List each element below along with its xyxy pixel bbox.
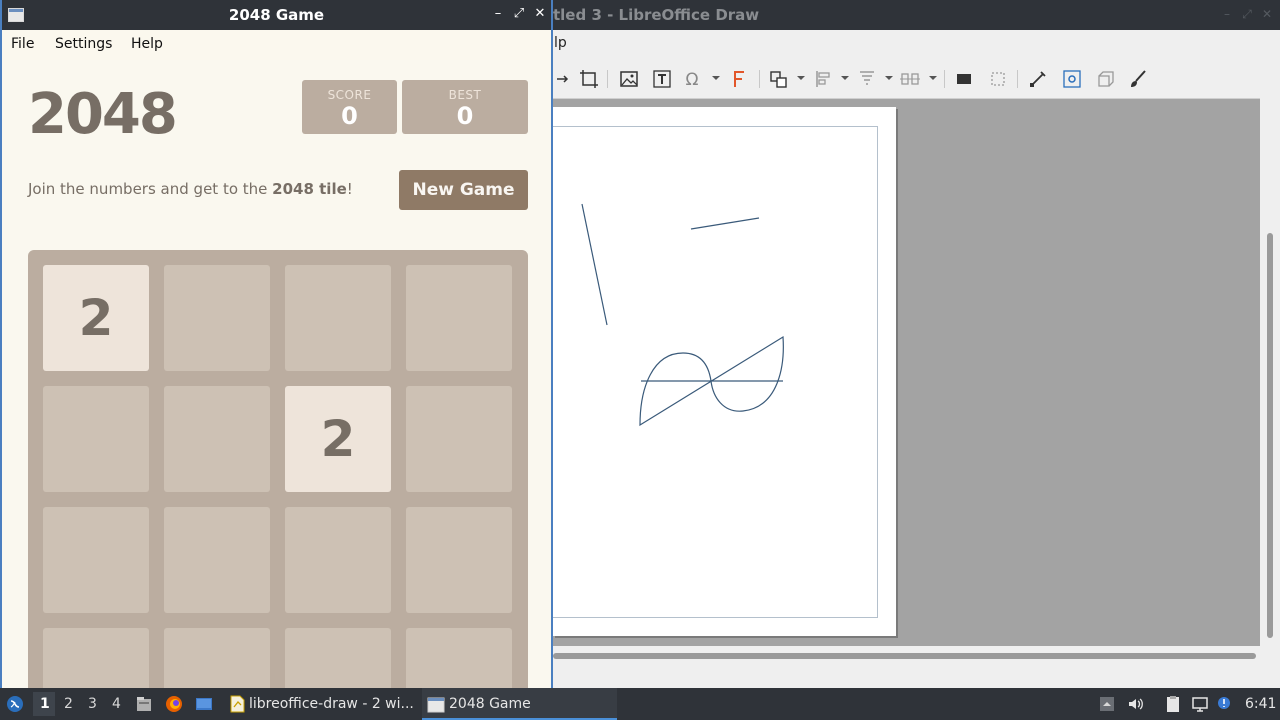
game-menubar: File Settings Help <box>2 30 551 60</box>
lo-menu-help[interactable]: lp <box>554 35 567 51</box>
lo-drawing-canvas[interactable] <box>553 98 1260 646</box>
points-edit-icon[interactable] <box>1027 68 1049 90</box>
score-box: SCORE 0 <box>302 80 397 134</box>
board-cell <box>43 386 149 492</box>
workspace-2[interactable]: 2 <box>64 696 73 712</box>
chevron-down-icon[interactable] <box>797 76 805 80</box>
drawn-line[interactable] <box>581 203 608 326</box>
board-cell <box>164 507 270 613</box>
board-cell <box>285 265 391 371</box>
lo-horizontal-scroll-thumb[interactable] <box>553 653 1256 659</box>
new-game-button[interactable]: New Game <box>399 170 528 210</box>
glue-points-icon[interactable] <box>1061 68 1083 90</box>
lo-vertical-scrollbar[interactable] <box>1260 98 1280 646</box>
brush-icon[interactable] <box>1127 68 1149 90</box>
score-value: 0 <box>341 102 358 130</box>
clock[interactable]: 6:41 <box>1245 696 1276 712</box>
board-cell <box>285 628 391 688</box>
fontwork-icon[interactable] <box>728 68 750 90</box>
intro-suffix: ! <box>346 180 353 198</box>
transformations-icon[interactable] <box>768 68 790 90</box>
toolbar-separator <box>1017 70 1018 88</box>
workspace-1[interactable]: 1 <box>40 696 50 712</box>
window-app-icon <box>427 696 445 714</box>
lo-vertical-scroll-thumb[interactable] <box>1267 233 1273 638</box>
close-icon[interactable]: ✕ <box>532 6 548 22</box>
toggle-extrusion-icon[interactable] <box>1094 68 1116 90</box>
best-score-box: BEST 0 <box>402 80 528 134</box>
game-window: 2048 Game – ⤢ ✕ File Settings Help 2048 … <box>0 0 553 688</box>
notification-icon[interactable] <box>1215 695 1233 713</box>
lo-maximize-icon[interactable]: ⤢ <box>1240 7 1254 21</box>
firefox-icon[interactable] <box>165 695 183 713</box>
tray-up-arrow-icon[interactable] <box>1098 695 1116 713</box>
board-cell <box>164 265 270 371</box>
toolbar-separator <box>944 70 945 88</box>
workspace-4[interactable]: 4 <box>112 696 121 712</box>
toolbar-separator <box>607 70 608 88</box>
menu-settings[interactable]: Settings <box>55 36 112 52</box>
task-libreoffice-draw[interactable]: libreoffice-draw - 2 wi... <box>224 688 414 720</box>
board-cell <box>43 507 149 613</box>
lo-page[interactable] <box>553 107 896 636</box>
board-cell <box>43 628 149 688</box>
board-cell <box>164 628 270 688</box>
arrange-icon[interactable] <box>856 68 878 90</box>
menu-file[interactable]: File <box>11 36 34 52</box>
best-label: BEST <box>448 88 482 102</box>
board-cell <box>406 628 512 688</box>
svg-text:Ω: Ω <box>686 70 699 90</box>
game-board[interactable]: 2 2 <box>28 250 528 688</box>
board-cell <box>406 265 512 371</box>
chevron-down-icon[interactable] <box>885 76 893 80</box>
lo-close-icon[interactable]: ✕ <box>1260 7 1274 21</box>
lo-window-title: tled 3 - LibreOffice Draw <box>553 6 760 24</box>
task-label: 2048 Game <box>449 696 531 712</box>
board-cell <box>164 386 270 492</box>
intro-prefix: Join the numbers and get to the <box>28 180 273 198</box>
toolbar-separator <box>759 70 760 88</box>
game-window-title: 2048 Game <box>228 6 325 24</box>
game-titlebar[interactable]: 2048 Game – ⤢ ✕ <box>2 0 551 30</box>
task-label: libreoffice-draw - 2 wi... <box>249 696 414 712</box>
crop-image-icon[interactable] <box>987 68 1009 90</box>
board-cell <box>406 507 512 613</box>
drawing-shapes[interactable] <box>553 107 896 636</box>
board-cell <box>406 386 512 492</box>
file-manager-icon[interactable] <box>135 695 153 713</box>
menu-help[interactable]: Help <box>131 36 163 52</box>
insert-image-icon[interactable] <box>618 68 640 90</box>
special-character-icon[interactable]: Ω <box>681 68 703 90</box>
chevron-down-icon[interactable] <box>712 76 720 80</box>
task-2048-game[interactable]: 2048 Game <box>422 688 617 720</box>
insert-textbox-icon[interactable] <box>651 68 673 90</box>
taskbar: 1 2 3 4 libreoffice-draw - 2 wi... 2048 … <box>0 688 1280 720</box>
game-heading: 2048 <box>28 82 178 147</box>
network-icon[interactable] <box>1191 695 1209 713</box>
volume-icon[interactable] <box>1127 695 1145 713</box>
desktop-icon[interactable] <box>195 695 213 713</box>
lo-horizontal-scrollbar[interactable] <box>553 646 1260 666</box>
board-cell <box>285 507 391 613</box>
game-intro: Join the numbers and get to the 2048 til… <box>28 180 353 198</box>
crop-icon[interactable] <box>578 68 600 90</box>
intro-bold: 2048 tile <box>272 180 347 198</box>
best-value: 0 <box>456 102 474 130</box>
shadow-icon[interactable] <box>953 68 975 90</box>
lo-minimize-icon[interactable]: – <box>1220 7 1234 21</box>
chevron-down-icon[interactable] <box>841 76 849 80</box>
maximize-icon[interactable]: ⤢ <box>511 6 527 22</box>
chevron-down-icon[interactable] <box>929 76 937 80</box>
score-label: SCORE <box>327 88 372 102</box>
tile-2: 2 <box>43 265 149 371</box>
start-menu-icon[interactable] <box>6 695 24 713</box>
tile-2: 2 <box>285 386 391 492</box>
distribute-icon[interactable] <box>899 68 921 90</box>
align-objects-icon[interactable] <box>813 68 835 90</box>
libreoffice-draw-icon <box>228 695 246 713</box>
clipboard-icon[interactable] <box>1164 695 1182 713</box>
minimize-icon[interactable]: – <box>490 6 506 22</box>
drawn-line[interactable] <box>690 217 760 230</box>
workspace-3[interactable]: 3 <box>88 696 97 712</box>
